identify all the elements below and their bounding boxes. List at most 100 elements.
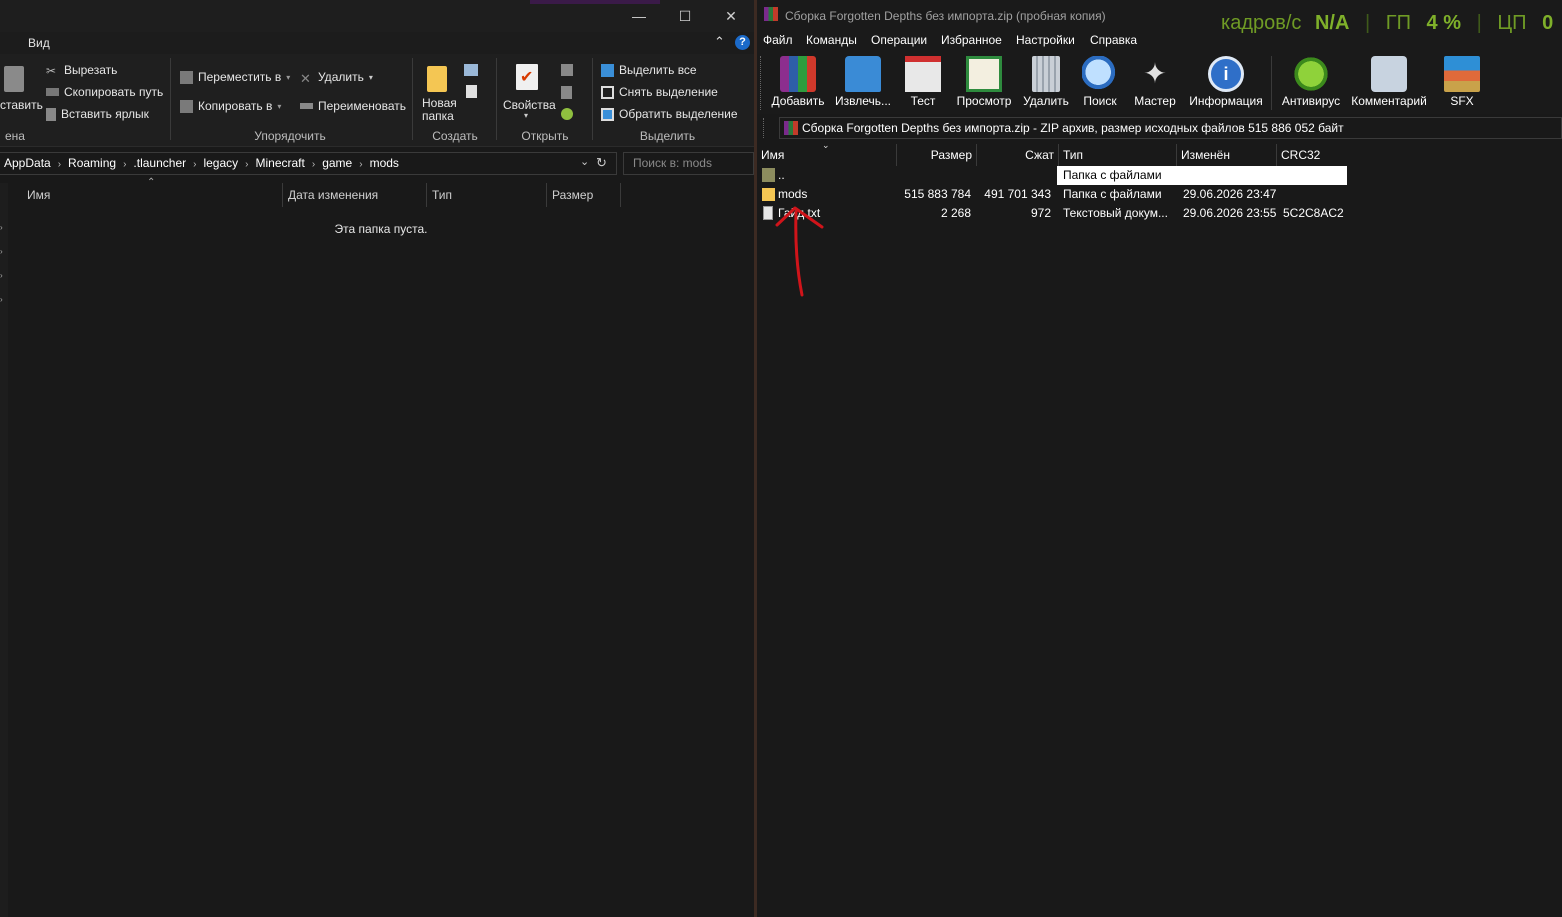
performance-overlay: кадров/с N/A | ГП 4 % | ЦП 0 [1221,12,1554,34]
fps-value: N/A [1314,12,1350,34]
paste-shortcut-label: Вставить ярлык [61,107,149,121]
rename-icon [300,103,313,109]
new-folder-label-2: папка [422,109,454,123]
properties-icon: ✔ [516,64,538,90]
explorer-titlebar: — ☐ ✕ [0,0,754,32]
copy-path-icon [46,88,59,96]
expand-arrow-icon[interactable]: › [0,295,3,304]
select-none-icon [601,85,614,99]
fps-label: кадров/с [1221,12,1302,34]
breadcrumb: AppData › Roaming › .tlauncher › legacy › Minecr… [4,156,399,170]
breadcrumb-item[interactable]: game [322,156,352,170]
dropdown-arrow-icon[interactable]: ▾ [524,111,528,120]
address-dropdown-icon[interactable]: ⌄ [580,155,589,168]
tab-view[interactable]: Вид [28,36,50,50]
invert-selection-label: Обратить выделение [619,107,738,121]
ribbon-separator [170,58,171,140]
select-all-button[interactable]: Выделить все [601,63,697,77]
select-none-button[interactable]: Снять выделение [601,85,718,99]
breadcrumb-item[interactable]: mods [370,156,399,170]
column-type[interactable]: Тип [426,183,547,207]
ribbon-separator [412,58,413,140]
column-date[interactable]: Дата изменения [282,183,427,207]
move-to-button[interactable]: Переместить в ▾ [180,70,290,84]
breadcrumb-item[interactable]: legacy [203,156,238,170]
maximize-button[interactable]: ☐ [662,0,708,32]
refresh-icon[interactable]: ↻ [596,155,607,171]
close-button[interactable]: ✕ [708,0,754,32]
breadcrumb-item[interactable]: Minecraft [256,156,305,170]
select-none-label: Снять выделение [619,85,718,99]
paste-shortcut-button[interactable]: Вставить ярлык [46,107,149,121]
chevron-right-icon[interactable]: › [58,159,61,170]
delete-x-icon: ✕ [300,70,311,86]
open-icon[interactable] [561,64,573,76]
collapse-ribbon-icon[interactable]: ⌃ [714,34,725,50]
dropdown-arrow-icon: ▾ [277,101,282,111]
address-bar[interactable]: AppData › Roaming › .tlauncher › legacy › Minecr… [0,152,617,175]
invert-selection-icon [601,107,614,121]
help-icon[interactable]: ? [735,35,750,50]
new-folder-button[interactable]: Новая папка [422,97,457,123]
file-explorer-window: — ☐ ✕ Вид ⌃ ? ставить ✂ Вырезать Скопиро… [0,0,754,917]
breadcrumb-item[interactable]: AppData [4,156,51,170]
invert-selection-button[interactable]: Обратить выделение [601,107,738,121]
copy-to-icon [180,99,193,113]
chevron-right-icon[interactable]: › [245,159,248,170]
create-group-label: Создать [432,129,478,143]
open-group-label: Открыть [521,129,569,143]
breadcrumb-item[interactable]: .tlauncher [133,156,186,170]
move-to-icon [180,70,193,84]
select-group-label: Выделить [639,129,696,143]
history-icon[interactable] [561,108,573,120]
search-input[interactable]: Поиск в: mods [623,152,754,175]
cpu-label: ЦП [1497,12,1527,34]
rename-button[interactable]: Переименовать [300,99,406,113]
properties-button[interactable]: Свойства [503,98,556,112]
clipboard-group-label: ена [5,129,25,143]
scissors-icon: ✂ [46,63,57,78]
ribbon-separator [592,58,593,140]
dropdown-arrow-icon: ▾ [368,72,373,82]
ribbon: ставить ✂ Вырезать Скопировать путь Вста… [0,54,754,147]
select-all-label: Выделить все [619,63,697,77]
cut-label: Вырезать [64,63,118,77]
red-arrow-annotation [775,206,824,297]
expand-arrow-icon[interactable]: › [0,247,3,256]
copy-to-button[interactable]: Копировать в ▾ [180,99,281,113]
chevron-right-icon[interactable]: › [123,159,126,170]
copy-path-label: Скопировать путь [64,85,164,99]
ribbon-separator [496,58,497,140]
chevron-right-icon[interactable]: › [312,159,315,170]
navigation-pane[interactable]: › › › › [0,183,8,917]
cpu-value: 0 [1542,12,1554,34]
copy-to-label: Копировать в [198,99,273,113]
edit-icon[interactable] [561,86,572,99]
organize-group-label: Упорядочить [254,129,326,143]
cut-button[interactable]: ✂ Вырезать [46,63,118,78]
dropdown-arrow-icon: ▾ [286,72,291,82]
paste-shortcut-icon [46,107,56,121]
paste-button[interactable]: ставить [0,98,43,112]
delete-button[interactable]: ✕ Удалить ▾ [300,70,373,86]
copy-path-button[interactable]: Скопировать путь [46,85,163,99]
column-size[interactable]: Размер [546,183,621,207]
move-to-label: Переместить в [198,70,282,84]
paste-icon [4,66,24,92]
winrar-window: Сборка Forgotten Depths без импорта.zip … [757,0,1562,917]
gpu-value: 4 % [1426,12,1462,34]
minimize-button[interactable]: — [616,0,662,32]
column-name[interactable]: Имя [21,183,283,207]
ribbon-tabs: Вид ⌃ ? [0,32,754,54]
chevron-right-icon[interactable]: › [359,159,362,170]
new-item-icon[interactable] [464,64,478,76]
expand-arrow-icon[interactable]: › [0,271,3,280]
gpu-label: ГП [1385,12,1411,34]
select-all-icon [601,63,614,77]
file-list-header: ⌃ Имя Дата изменения Тип Размер [8,177,754,207]
chevron-right-icon[interactable]: › [193,159,196,170]
breadcrumb-item[interactable]: Roaming [68,156,116,170]
easy-access-icon[interactable] [466,85,477,98]
empty-folder-message: Эта папка пуста. [334,222,428,236]
rename-label: Переименовать [318,99,406,113]
